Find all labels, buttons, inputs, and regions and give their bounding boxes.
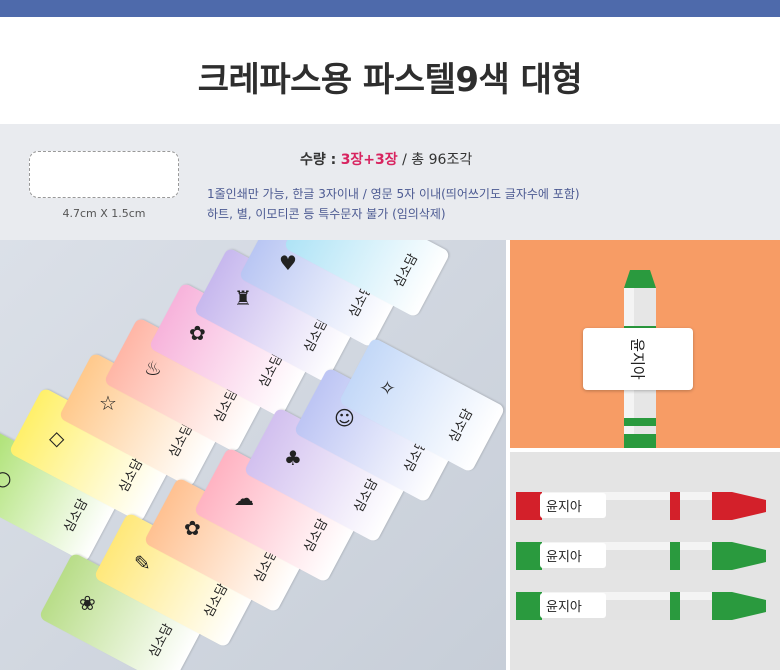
sticker-doodle-icon: ◇	[48, 426, 65, 451]
crayon-horizontal: 윤지아	[516, 538, 770, 574]
sticker-doodle-icon: ✧	[378, 376, 396, 401]
sticker-name: 심소담	[301, 516, 332, 556]
print-note: 1줄인쇄만 가능, 한글 3자이내 / 영문 5자 이내(띄어쓰기도 글자수에 …	[207, 187, 580, 201]
sticker-name: 심소담	[391, 251, 422, 291]
crayon-name-label: 윤지아	[540, 543, 606, 568]
crayon-name-label: 윤지아	[540, 493, 606, 518]
crayon-name: 윤지아	[628, 338, 647, 380]
sticker-doodle-icon: ○	[0, 466, 12, 491]
sticker-doodle-icon: ✎	[133, 551, 151, 576]
crayon-band	[624, 418, 656, 426]
crayon-name-label: 윤지아	[583, 328, 693, 390]
crayon-horizontal: 윤지아	[516, 488, 770, 524]
crayon-tip	[624, 270, 656, 288]
sticker-doodle-icon: ❀	[78, 591, 96, 616]
sticker-doodle-icon: ✿	[188, 321, 206, 346]
quantity-total: 총 96조각	[411, 152, 473, 168]
label-size-sample	[29, 151, 179, 198]
sticker-doodle-icon: ☆	[98, 391, 117, 416]
sticker-sheet-photo: ○심소담◇심소담☆심소담♨심소담✿심소담♜심소담♥심소담✦심소담❀심소담✎심소담…	[0, 240, 506, 670]
sticker-doodle-icon: ♨	[143, 356, 162, 381]
info-band: 4.7cm X 1.5cm 수량 : 3장+3장 / 총 96조각 1줄인쇄만 …	[0, 124, 780, 240]
crayon-name-label: 윤지아	[540, 593, 606, 618]
sticker-doodle-icon: ☁	[233, 486, 254, 511]
quantity-value: 3장+3장	[340, 152, 398, 168]
sticker-name: 심소담	[146, 621, 177, 661]
quantity-separator: /	[402, 152, 407, 168]
sticker-name: 심소담	[446, 406, 477, 446]
special-char-note: 하트, 별, 이모티콘 등 특수문자 불가 (임의삭제)	[207, 207, 446, 221]
sticker-doodle-icon: ✿	[183, 516, 201, 541]
label-size-text: 4.7cm X 1.5cm	[62, 207, 146, 220]
page-title: 크레파스용 파스텔9색 대형	[197, 60, 583, 100]
quantity-label: 수량 :	[300, 152, 337, 168]
sticker-name: 심소담	[351, 476, 382, 516]
sticker-doodle-icon: ♜	[233, 286, 252, 311]
crayon-horizontal: 윤지아	[516, 588, 770, 624]
top-bar	[0, 0, 780, 17]
sticker-name: 심소담	[61, 496, 92, 536]
quantity-line: 수량 : 3장+3장 / 총 96조각	[300, 149, 472, 169]
sticker-doodle-icon: ✦	[324, 240, 350, 247]
sticker-doodle-icon: ♣	[283, 446, 302, 471]
